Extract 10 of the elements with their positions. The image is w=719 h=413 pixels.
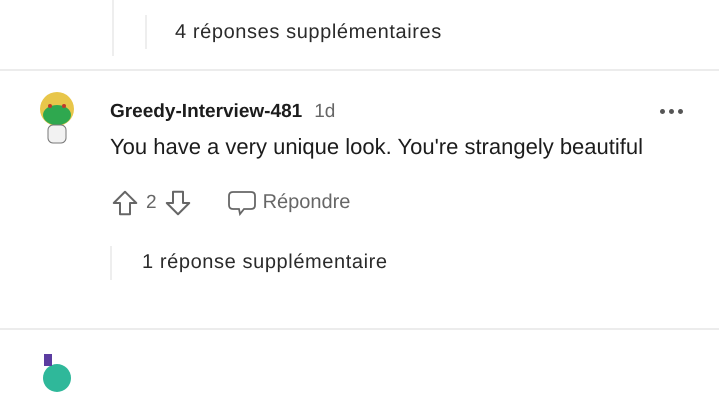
reply-button[interactable]: Répondre — [226, 188, 350, 217]
comment-age: 1d — [314, 100, 336, 123]
more-replies-link[interactable]: 4 réponses supplémentaires — [175, 20, 442, 44]
username-link[interactable]: Greedy-Interview-481 — [110, 100, 302, 123]
speech-bubble-icon — [226, 188, 257, 217]
more-replies-link[interactable]: 1 réponse supplémentaire — [142, 251, 388, 274]
upvote-button[interactable] — [110, 188, 140, 218]
vote-count: 2 — [146, 192, 157, 214]
comment-text: You have a very unique look. You're strangely beautiful — [110, 132, 644, 161]
upvote-icon — [110, 188, 140, 218]
